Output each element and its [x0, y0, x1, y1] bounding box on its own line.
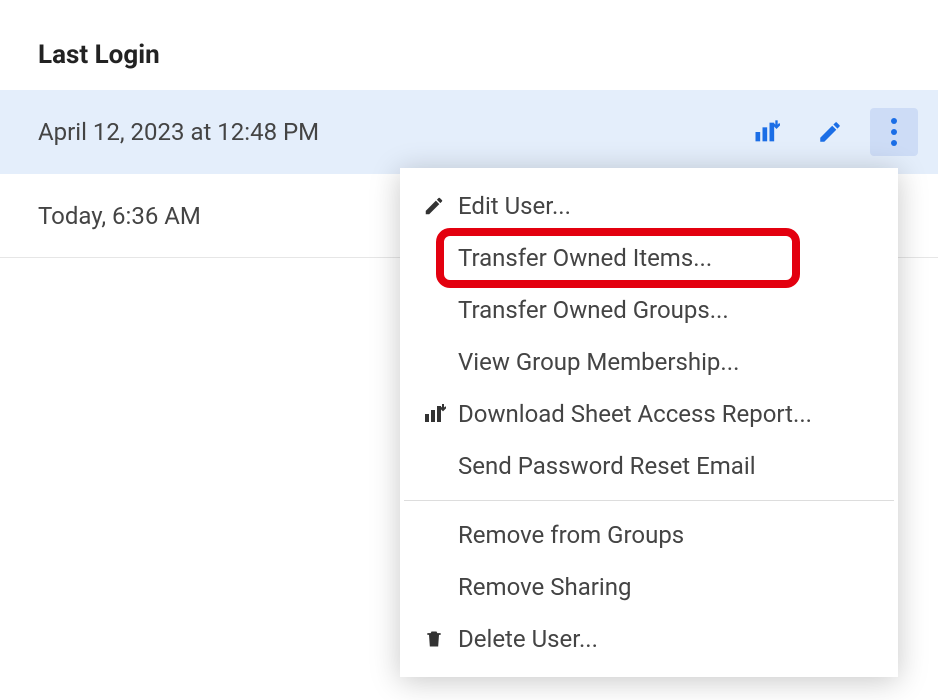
menu-item-delete-user[interactable]: Delete User... — [400, 613, 898, 665]
pencil-icon — [817, 119, 843, 145]
menu-item-download-sheet-access-report[interactable]: Download Sheet Access Report... — [400, 388, 898, 440]
menu-item-transfer-owned-items[interactable]: Transfer Owned Items... — [400, 232, 898, 284]
edit-button[interactable] — [806, 108, 854, 156]
menu-item-view-group-membership[interactable]: View Group Membership... — [400, 336, 898, 388]
column-header-last-login: Last Login — [0, 0, 938, 90]
context-menu: Edit User... Transfer Owned Items... Tra… — [400, 168, 898, 677]
menu-item-send-password-reset[interactable]: Send Password Reset Email — [400, 440, 898, 492]
menu-item-label: Transfer Owned Items... — [454, 244, 878, 272]
menu-item-remove-from-groups[interactable]: Remove from Groups — [400, 509, 898, 561]
download-report-icon — [752, 118, 780, 146]
menu-separator — [404, 500, 894, 501]
menu-item-label: Download Sheet Access Report... — [454, 400, 878, 428]
pencil-icon — [414, 195, 454, 217]
menu-item-label: Remove Sharing — [454, 573, 878, 601]
menu-item-edit-user[interactable]: Edit User... — [400, 180, 898, 232]
last-login-cell: April 12, 2023 at 12:48 PM — [38, 118, 742, 146]
menu-item-label: Transfer Owned Groups... — [454, 296, 878, 324]
menu-item-remove-sharing[interactable]: Remove Sharing — [400, 561, 898, 613]
download-report-icon — [414, 402, 454, 426]
menu-item-label: Remove from Groups — [454, 521, 878, 549]
menu-item-label: View Group Membership... — [454, 348, 878, 376]
more-icon — [891, 118, 897, 146]
download-report-button[interactable] — [742, 108, 790, 156]
menu-item-label: Send Password Reset Email — [454, 452, 878, 480]
row-actions — [742, 108, 918, 156]
more-actions-button[interactable] — [870, 108, 918, 156]
menu-item-transfer-owned-groups[interactable]: Transfer Owned Groups... — [400, 284, 898, 336]
table-row[interactable]: April 12, 2023 at 12:48 PM — [0, 90, 938, 174]
menu-item-label: Delete User... — [454, 625, 878, 653]
trash-icon — [414, 628, 454, 650]
menu-item-label: Edit User... — [454, 192, 878, 220]
